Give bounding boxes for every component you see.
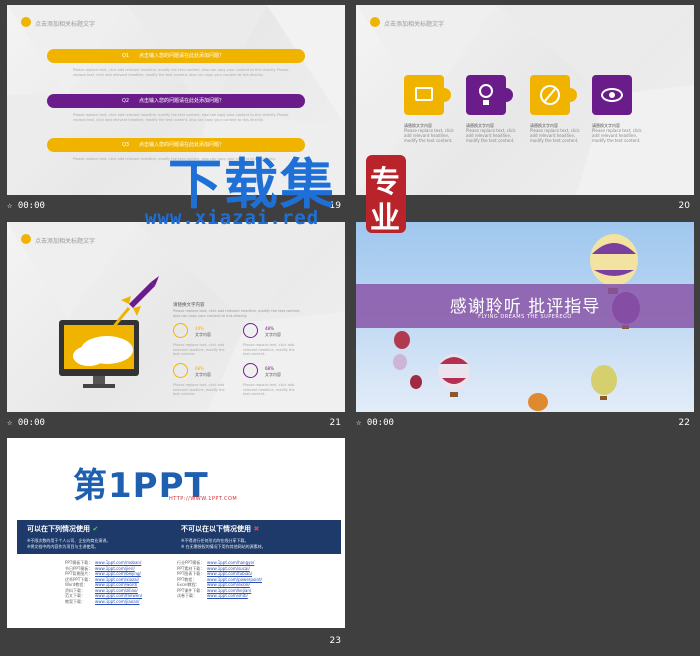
slide-23[interactable]: 第1PPT HTTP://WWW.1PPT.COM 可以在下列情况使用 ✔ ※不… [7,438,345,628]
link-row: 教案下载： www.1ppt.com/jiaoan/ [65,598,140,604]
chart-pie-icon [243,323,258,338]
watermark-url: www.xiazai.red [145,207,320,229]
question-number: Q3 [122,142,130,148]
slide-21[interactable]: 点击添加相关标题文字 请替换文字内容 Please replace text, … [7,222,345,412]
lightbulb-icon [243,363,258,378]
slide-number: 23 [329,636,341,646]
slide-22[interactable]: 感谢聆听 批评指导 FLYING DREAMS THE SUPEREGO [356,222,694,412]
puzzle-piece-4[interactable] [592,75,632,115]
right-link-list: 行业PPT模板： www.1ppt.com/hangye/ PPT素材下载： www… [177,560,262,599]
puzzle-piece-3[interactable] [530,75,577,115]
slide-title: 点击添加相关标题文字 [384,21,445,28]
watermark-seal: 专 业 [366,155,406,236]
question-pill-1[interactable]: Q1 点击输入您的问题请在此处添加问题？ [47,49,305,63]
can-use-column: 可以在下列情况使用 ✔ ※不限次数的用于个人公司、企业的商业演讲。 ※将文档中的… [27,525,111,549]
title-dot [21,17,31,27]
question-number: Q2 [122,98,130,104]
slide-number: 20 [678,201,690,211]
stats-heading: 请替换文字内容 [173,303,205,308]
question-text: 点击输入您的问题请在此处添加问题？ [139,53,225,59]
slide-time: ☆ 00:00 [356,418,394,428]
lightbulb-base [483,100,489,105]
stats-intro: Please replace text, click add relevant … [173,309,301,318]
left-link-list: PPT模板下载： www.1ppt.com/moban/ 节日PPT模板： www.… [65,560,142,604]
link-row: 试卷下载： www.1ppt.com/shiti/ [177,593,248,598]
piece-label-1: 请替换文字内容 Please replace text, click add re… [404,123,454,143]
question-text: 点击输入您的问题请在此处添加问题？ [139,98,225,104]
title-band: 感谢聆听 批评指导 FLYING DREAMS THE SUPEREGO [356,284,694,328]
slide-20[interactable]: 点击添加相关标题文字 请替换文字内容 Please replace text, c… [356,5,694,195]
slide-number: 22 [678,418,690,428]
piece-label-3: 请替换文字内容 Please replace text, click add re… [530,123,580,143]
title-dot [21,234,31,244]
question-number: Q1 [122,53,130,59]
slide-title: 点击添加相关标题文字 [35,238,96,245]
usage-bar: 可以在下列情况使用 ✔ ※不限次数的用于个人公司、企业的商业演讲。 ※将文档中的… [17,520,341,554]
rocket-monitor-illustration [59,276,159,388]
piece-label-4: 请替换文字内容 Please replace text, click add re… [592,123,642,143]
lightbulb-icon [479,84,493,98]
brand-url: HTTP://WWW.1PPT.COM [169,496,238,502]
slide-number: 21 [329,418,341,428]
slide-time: ☆ 00:00 [7,201,45,211]
question-paragraph-1: Please replace text, click add relevant … [73,68,289,77]
slide-title: 点击添加相关标题文字 [35,21,96,28]
alarm-clock-icon [173,323,188,338]
balloon-mid [438,354,470,397]
question-pill-2[interactable]: Q2 点击输入您的问题请在此处添加问题？ [47,94,305,108]
piece-label-2: 请替换文字内容 Please replace text, click add re… [466,123,516,143]
cross-icon: ✖ [253,525,260,533]
rocket-icon [173,363,188,378]
briefcase-icon [415,87,433,101]
title-dot [370,17,380,27]
cannot-use-column: 不可以在以下情况使用 ✖ ※不得进行任何形式的在线分享下载。 ※ 在无需授权的情… [181,525,266,549]
question-paragraph-2: Please replace text, click add relevant … [73,113,289,122]
puzzle-piece-2[interactable] [466,75,513,115]
slide-time: ☆ 00:00 [7,418,45,428]
closing-subtitle: FLYING DREAMS THE SUPEREGO [478,314,572,320]
puzzle-piece-1[interactable] [404,75,451,115]
eye-pupil [609,92,615,98]
check-icon: ✔ [92,525,99,533]
